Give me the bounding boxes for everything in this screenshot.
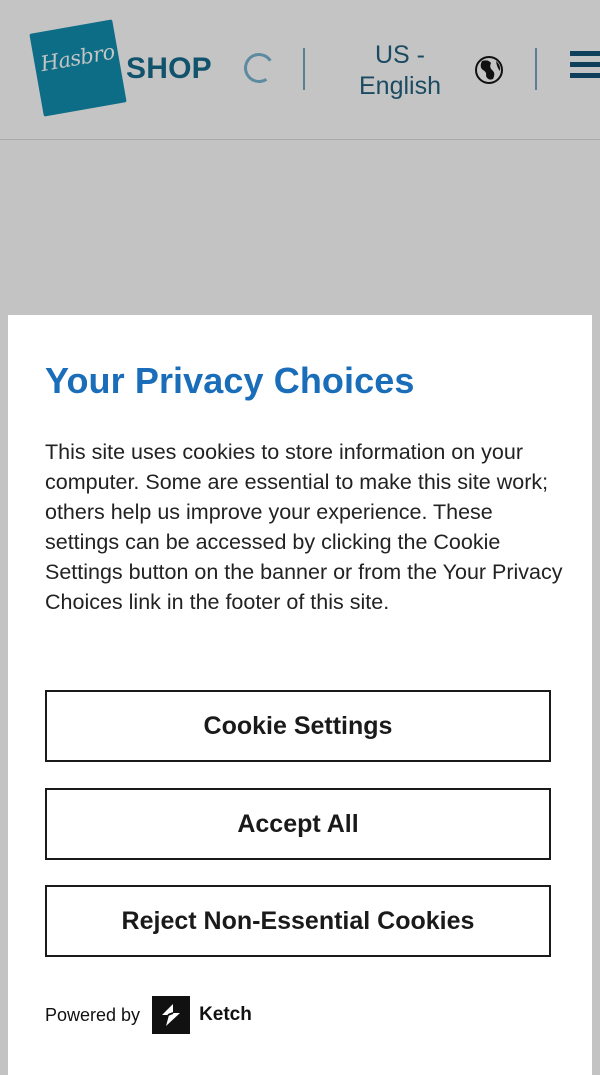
- locale-country: US -: [375, 41, 425, 69]
- site-header: Hasbro SHOP US - English: [0, 0, 600, 140]
- menu-bar: [570, 73, 600, 78]
- privacy-modal: Your Privacy Choices This site uses cook…: [8, 315, 592, 1075]
- shop-label: SHOP: [126, 52, 212, 85]
- header-divider: [535, 48, 537, 90]
- locale-selector[interactable]: US - English: [340, 40, 460, 102]
- loading-spinner-icon: [241, 50, 277, 86]
- header-divider: [303, 48, 305, 90]
- powered-by[interactable]: Powered by Ketch: [45, 996, 252, 1034]
- accept-all-button[interactable]: Accept All: [45, 788, 551, 860]
- reject-non-essential-button[interactable]: Reject Non-Essential Cookies: [45, 885, 551, 957]
- privacy-title: Your Privacy Choices: [45, 360, 415, 401]
- hasbro-logo[interactable]: Hasbro: [29, 19, 127, 117]
- ketch-logo-icon: [152, 996, 191, 1034]
- ketch-brand: Ketch: [199, 1004, 252, 1025]
- powered-by-label: Powered by: [45, 1004, 141, 1025]
- menu-bar: [570, 51, 600, 56]
- menu-bar: [570, 62, 600, 67]
- menu-icon[interactable]: [570, 51, 600, 84]
- cookie-settings-button[interactable]: Cookie Settings: [45, 690, 551, 762]
- privacy-description: This site uses cookies to store informat…: [45, 440, 563, 614]
- globe-icon[interactable]: [474, 53, 504, 92]
- locale-language: English: [359, 72, 441, 100]
